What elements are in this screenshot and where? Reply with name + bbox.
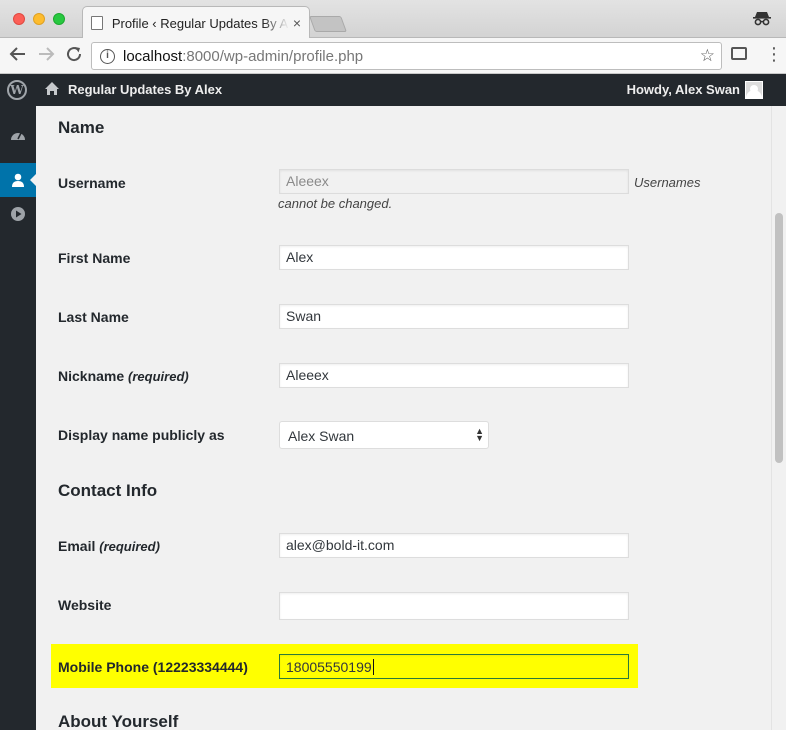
scrollbar-thumb[interactable] <box>775 213 783 463</box>
email-label-text: Email <box>58 538 96 554</box>
username-description-cont: cannot be changed. <box>278 196 393 211</box>
text-caret <box>372 659 374 675</box>
nickname-label-text: Nickname <box>58 368 125 384</box>
admin-bar: W Regular Updates By Alex Howdy, Alex Sw… <box>0 74 786 106</box>
close-window-button[interactable] <box>13 13 25 25</box>
nickname-input[interactable]: Aleeex <box>279 363 629 388</box>
first-name-input[interactable]: Alex <box>279 245 629 270</box>
username-label: Username <box>58 175 126 191</box>
url-host: localhost <box>123 47 183 65</box>
first-name-label: First Name <box>58 250 131 266</box>
site-name-link[interactable]: Regular Updates By Alex <box>68 82 222 97</box>
admin-sidebar <box>0 106 36 730</box>
contact-info-heading: Contact Info <box>58 481 158 500</box>
maximize-window-button[interactable] <box>53 13 65 25</box>
username-description: Usernames <box>634 175 701 190</box>
wordpress-logo-icon[interactable]: W <box>7 80 27 100</box>
website-label: Website <box>58 597 112 613</box>
cast-icon[interactable] <box>731 47 747 60</box>
menu-icon[interactable]: ⋮ <box>765 44 783 64</box>
page-icon <box>91 16 103 30</box>
new-tab-button[interactable] <box>309 16 347 32</box>
about-yourself-heading: About Yourself <box>58 712 179 730</box>
back-icon[interactable] <box>9 45 27 67</box>
browser-toolbar: i localhost:8000/wp-admin/profile.php ☆ … <box>0 38 786 74</box>
url-path: :8000/wp-admin/profile.php <box>182 47 364 65</box>
display-name-label: Display name publicly as <box>58 427 225 443</box>
mobile-phone-label: Mobile Phone (12223334444) <box>58 659 248 675</box>
dashboard-icon[interactable] <box>0 118 36 152</box>
nickname-required: (required) <box>128 369 189 384</box>
media-play-icon[interactable] <box>0 197 36 231</box>
star-icon[interactable]: ☆ <box>700 46 715 66</box>
display-name-select[interactable]: Alex Swan ▲ ▼ <box>279 421 489 449</box>
last-name-label: Last Name <box>58 309 129 325</box>
username-input: Aleeex <box>279 169 629 194</box>
forward-icon[interactable] <box>37 45 55 67</box>
home-icon[interactable] <box>44 81 60 101</box>
name-heading: Name <box>58 118 105 137</box>
profile-form: Name Username Aleeex Usernames cannot be… <box>36 106 771 730</box>
website-input[interactable] <box>279 592 629 620</box>
nickname-label: Nickname (required) <box>58 368 189 384</box>
browser-tab[interactable]: Profile ‹ Regular Updates By Alex — Word… <box>82 6 310 39</box>
address-bar[interactable]: i localhost:8000/wp-admin/profile.php ☆ <box>91 42 722 70</box>
user-icon[interactable] <box>0 163 36 197</box>
display-name-value: Alex Swan <box>288 428 355 444</box>
incognito-icon <box>752 10 772 31</box>
last-name-input[interactable]: Swan <box>279 304 629 329</box>
email-input[interactable]: alex@bold-it.com <box>279 533 629 558</box>
tab-close-icon[interactable]: × <box>293 15 301 31</box>
email-label: Email (required) <box>58 538 160 554</box>
browser-tab-strip: Profile ‹ Regular Updates By Alex — Word… <box>0 0 786 39</box>
avatar[interactable] <box>745 81 763 99</box>
reload-icon[interactable] <box>65 45 83 67</box>
email-required: (required) <box>99 539 160 554</box>
mobile-phone-value: 18005550199 <box>286 659 372 675</box>
minimize-window-button[interactable] <box>33 13 45 25</box>
howdy-account-link[interactable]: Howdy, Alex Swan <box>627 82 740 97</box>
tab-title: Profile ‹ Regular Updates By Alex — Word… <box>111 15 289 31</box>
info-icon[interactable]: i <box>100 48 115 64</box>
page-scrollbar[interactable] <box>771 106 786 730</box>
mobile-phone-input[interactable]: 18005550199 <box>279 654 629 679</box>
select-arrows-icon: ▲ ▼ <box>475 426 484 443</box>
